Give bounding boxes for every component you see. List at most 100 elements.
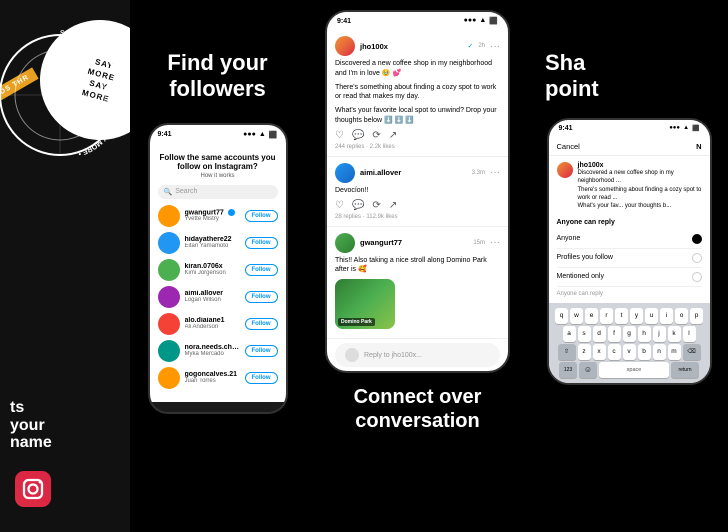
thread-avatar	[335, 36, 355, 56]
thread-post-3: gwangurt77 15m ··· This!! Also taking a …	[327, 227, 508, 340]
comment-icon-2[interactable]: 💬	[352, 200, 364, 211]
key-emoji[interactable]: ☺	[579, 362, 597, 378]
thread-username-2: aimi.allover	[360, 168, 467, 177]
avatar	[158, 313, 180, 335]
display-name: Juan Torres	[185, 378, 240, 384]
user-row: gogoncalves.21 Juan Torres Follow	[158, 367, 278, 389]
avatar	[158, 340, 180, 362]
key-f[interactable]: f	[608, 326, 621, 342]
key-y[interactable]: y	[630, 308, 643, 324]
follow-button[interactable]: Follow	[245, 264, 278, 276]
key-o[interactable]: o	[675, 308, 688, 324]
username: kiran.0706x	[185, 263, 240, 270]
comment-icon[interactable]: 💬	[352, 130, 364, 141]
user-info: hidayathere22 Eitan Yamamoto	[185, 236, 240, 249]
follow-button[interactable]: Follow	[245, 345, 278, 357]
search-bar[interactable]: 🔍 Search	[158, 185, 278, 199]
key-k[interactable]: k	[668, 326, 681, 342]
key-b[interactable]: b	[638, 344, 651, 360]
reply-input-bar[interactable]: Reply to jho100x...	[335, 343, 500, 367]
key-shift[interactable]: ⇧	[558, 344, 576, 360]
heart-icon-2[interactable]: ♡	[335, 200, 344, 211]
key-h[interactable]: h	[638, 326, 651, 342]
thread-text-2: There's something about finding a cozy s…	[335, 83, 500, 103]
key-m[interactable]: m	[668, 344, 681, 360]
display-name: Myka Mercado	[185, 351, 240, 357]
key-z[interactable]: z	[578, 344, 591, 360]
user-info: alo.diaiane1 Ali Anderson	[185, 317, 240, 330]
audience-follow-radio[interactable]	[692, 253, 702, 263]
follow-button[interactable]: Follow	[245, 210, 278, 222]
username: hidayathere22	[185, 236, 240, 243]
anyone-can-reply-note: Anyone can reply	[557, 291, 702, 297]
key-i[interactable]: i	[660, 308, 673, 324]
display-name: Eitan Yamamoto	[185, 243, 240, 249]
key-v[interactable]: v	[623, 344, 636, 360]
audience-mentioned-only[interactable]: Mentioned only	[557, 268, 702, 287]
key-r[interactable]: r	[600, 308, 613, 324]
keyboard-row-3: ⇧ z x c v b n m ⌫	[552, 344, 707, 360]
panel-find-followers: Find your followers 9:41 ●●● ▲ ⬛ Follow …	[130, 0, 305, 532]
key-p[interactable]: p	[690, 308, 703, 324]
key-numbers[interactable]: 123	[559, 362, 577, 378]
user-row: aimi.allover Logan Wilson Follow	[158, 286, 278, 308]
key-l[interactable]: l	[683, 326, 696, 342]
audience-anyone-text: Anyone	[557, 235, 581, 242]
reply-placeholder: Reply to jho100x...	[364, 352, 422, 359]
new-thread-label: N	[696, 142, 701, 151]
more-icon-3[interactable]: ···	[490, 237, 500, 248]
heart-icon[interactable]: ♡	[335, 130, 344, 141]
user-info: gwangurt77 Yvette Mistry	[185, 209, 240, 222]
key-t[interactable]: t	[615, 308, 628, 324]
reply-modal-header: Cancel N	[549, 138, 710, 156]
key-e[interactable]: e	[585, 308, 598, 324]
audience-anyone[interactable]: Anyone	[557, 230, 702, 249]
share-icon-2[interactable]: ↗	[389, 200, 397, 211]
thread-stats-2: 28 replies · 112.9k likes	[335, 214, 500, 220]
anyone-can-reply-label: Anyone can reply	[557, 219, 702, 226]
thread-avatar-2	[335, 163, 355, 183]
phone-status-bar: 9:41 ●●● ▲ ⬛	[150, 125, 286, 145]
key-s[interactable]: s	[578, 326, 591, 342]
thread-avatar-3	[335, 233, 355, 253]
avatar	[158, 205, 180, 227]
repost-icon-2[interactable]: ⟳	[372, 200, 380, 211]
key-space[interactable]: space	[599, 362, 669, 378]
audience-anyone-radio[interactable]	[692, 234, 702, 244]
follow-button[interactable]: Follow	[245, 237, 278, 249]
follow-button[interactable]: Follow	[245, 291, 278, 303]
panel-conversation: 9:41 ●●● ▲ ⬛ jho100x ✓ 2h ··· Discovered…	[305, 0, 530, 532]
key-return[interactable]: return	[671, 362, 699, 378]
user-info: aimi.allover Logan Wilson	[185, 290, 240, 303]
image-label: Domino Park	[338, 318, 375, 326]
audience-mentioned-radio[interactable]	[692, 272, 702, 282]
key-x[interactable]: x	[593, 344, 606, 360]
key-q[interactable]: q	[555, 308, 568, 324]
thread-time: 2h	[478, 43, 485, 49]
username: alo.diaiane1	[185, 317, 240, 324]
share-icon[interactable]: ↗	[389, 130, 397, 141]
key-c[interactable]: c	[608, 344, 621, 360]
follow-button[interactable]: Follow	[245, 318, 278, 330]
more-icon-2[interactable]: ···	[490, 167, 500, 178]
key-g[interactable]: g	[623, 326, 636, 342]
cancel-button[interactable]: Cancel	[557, 142, 580, 151]
key-delete[interactable]: ⌫	[683, 344, 701, 360]
thread-image-inner: Domino Park	[335, 279, 395, 329]
audience-profiles-follow[interactable]: Profiles you follow	[557, 249, 702, 268]
thread-user-row-2: aimi.allover 3.3m ···	[335, 163, 500, 183]
key-u[interactable]: u	[645, 308, 658, 324]
key-a[interactable]: a	[563, 326, 576, 342]
verified-badge	[228, 209, 235, 216]
follow-button[interactable]: Follow	[245, 372, 278, 384]
user-info: gogoncalves.21 Juan Torres	[185, 371, 240, 384]
key-w[interactable]: w	[570, 308, 583, 324]
key-d[interactable]: d	[593, 326, 606, 342]
display-name: Logan Wilson	[185, 297, 240, 303]
thread-post-2: aimi.allover 3.3m ··· Devocíon!! ♡ 💬 ⟳ ↗…	[327, 157, 508, 227]
repost-icon[interactable]: ⟳	[372, 130, 380, 141]
more-icon[interactable]: ···	[490, 41, 500, 52]
key-j[interactable]: j	[653, 326, 666, 342]
key-n[interactable]: n	[653, 344, 666, 360]
user-row: nora.needs.cheese Myka Mercado Follow	[158, 340, 278, 362]
